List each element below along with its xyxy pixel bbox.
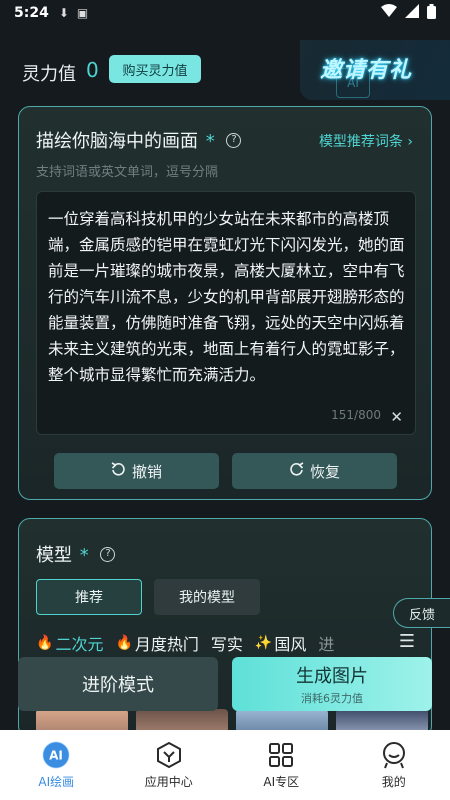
- menu-icon[interactable]: ☰: [399, 631, 415, 652]
- generate-image-button[interactable]: 生成图片 消耗6灵力值: [232, 657, 432, 711]
- category-label: 二次元: [55, 635, 104, 654]
- redo-button[interactable]: 恢复: [232, 453, 397, 489]
- recommend-terms-link[interactable]: 模型推荐词条 ›: [319, 131, 413, 151]
- signal-icon: [405, 4, 419, 22]
- advanced-mode-button[interactable]: 进阶模式: [18, 657, 218, 711]
- redo-icon: [289, 461, 304, 481]
- prompt-hint: 支持词语或英文单词，逗号分隔: [36, 165, 219, 180]
- buy-power-button[interactable]: 购买灵力值: [109, 55, 201, 83]
- category-label: 月度热门: [134, 635, 199, 654]
- nav-ai-paint[interactable]: AI AI绘画: [0, 730, 113, 800]
- tab-my-models[interactable]: 我的模型: [154, 579, 260, 615]
- undo-label: 撤销: [131, 462, 162, 481]
- prompt-text[interactable]: 一位穿着高科技机甲的少女站在未来都市的高楼顶端，金属质感的铠甲在霓虹灯光下闪闪发…: [48, 206, 408, 388]
- model-title: 模型 * ?: [36, 541, 116, 567]
- status-time: 5:24: [14, 5, 49, 21]
- download-icon: ⬇: [58, 6, 69, 20]
- prompt-textarea[interactable]: 一位穿着高科技机甲的少女站在未来都市的高楼顶端，金属质感的铠甲在霓虹灯光下闪闪发…: [36, 191, 416, 435]
- prompt-title-text: 描绘你脑海中的画面: [36, 131, 198, 152]
- wifi-icon: [381, 4, 397, 22]
- category-realistic[interactable]: 写实: [211, 631, 243, 655]
- model-title-text: 模型: [36, 545, 72, 566]
- category-label: 进: [318, 635, 335, 654]
- nav-label: AI绘画: [38, 774, 75, 789]
- required-star: *: [205, 131, 215, 152]
- header: 灵力值 0 购买灵力值 AI 邀请有礼: [0, 40, 450, 100]
- nav-ai-zone[interactable]: AI专区: [225, 730, 338, 800]
- bottom-nav: AI AI绘画 应用中心 AI专区 我的: [0, 730, 450, 800]
- category-label: 国风: [274, 635, 307, 654]
- power-label: 灵力值: [22, 64, 76, 85]
- required-star: *: [79, 545, 89, 566]
- nav-app-center[interactable]: 应用中心: [113, 730, 226, 800]
- status-indicators: [381, 3, 436, 23]
- fire-icon: 🔥: [36, 635, 54, 651]
- power-value: 0: [86, 58, 99, 82]
- clear-icon[interactable]: ✕: [390, 408, 403, 426]
- recommend-terms-label: 模型推荐词条: [318, 134, 403, 150]
- feedback-tab[interactable]: 反馈: [393, 598, 450, 628]
- nav-label: AI专区: [263, 774, 300, 789]
- app-center-icon: [155, 741, 183, 769]
- undo-button[interactable]: 撤销: [54, 453, 219, 489]
- undo-icon: [111, 461, 126, 481]
- nav-profile[interactable]: 我的: [338, 730, 450, 800]
- help-icon[interactable]: ?: [226, 132, 242, 148]
- category-monthly-hot[interactable]: 🔥 月度热门: [115, 631, 198, 655]
- category-tabs: 🔥 二次元 🔥 月度热门 写实 ✨ 国风 进: [36, 631, 334, 655]
- category-advanced[interactable]: 进: [318, 631, 334, 655]
- profile-icon: [380, 741, 408, 769]
- prompt-title: 描绘你脑海中的画面 * ?: [36, 127, 242, 153]
- battery-icon: [427, 3, 436, 23]
- generate-label: 生成图片: [296, 666, 368, 687]
- redo-label: 恢复: [309, 462, 340, 481]
- sparkle-icon: ✨: [254, 635, 273, 651]
- nav-label: 我的: [381, 774, 406, 789]
- app-notification-icon: ▣: [76, 6, 89, 20]
- svg-text:AI: AI: [49, 748, 63, 762]
- invite-banner[interactable]: AI 邀请有礼: [300, 40, 450, 100]
- grid-icon: [267, 741, 295, 769]
- category-anime[interactable]: 🔥 二次元: [36, 631, 103, 655]
- char-count: 151/800: [331, 408, 381, 422]
- status-bar: 5:24 ⬇ ▣: [0, 0, 450, 26]
- invite-banner-text: 邀请有礼: [320, 58, 413, 83]
- prompt-card: 描绘你脑海中的画面 * ? 模型推荐词条 › 支持词语或英文单词，逗号分隔 一位…: [18, 106, 432, 500]
- ai-paint-icon: AI: [42, 741, 70, 769]
- tab-recommend[interactable]: 推荐: [36, 579, 142, 615]
- help-icon[interactable]: ?: [100, 546, 116, 562]
- generate-cost: 消耗6灵力值: [301, 692, 363, 705]
- nav-label: 应用中心: [144, 774, 193, 789]
- fire-icon: 🔥: [115, 635, 133, 651]
- category-guofeng[interactable]: ✨ 国风: [255, 631, 306, 655]
- category-label: 写实: [210, 635, 243, 654]
- chevron-right-icon: ›: [407, 134, 413, 150]
